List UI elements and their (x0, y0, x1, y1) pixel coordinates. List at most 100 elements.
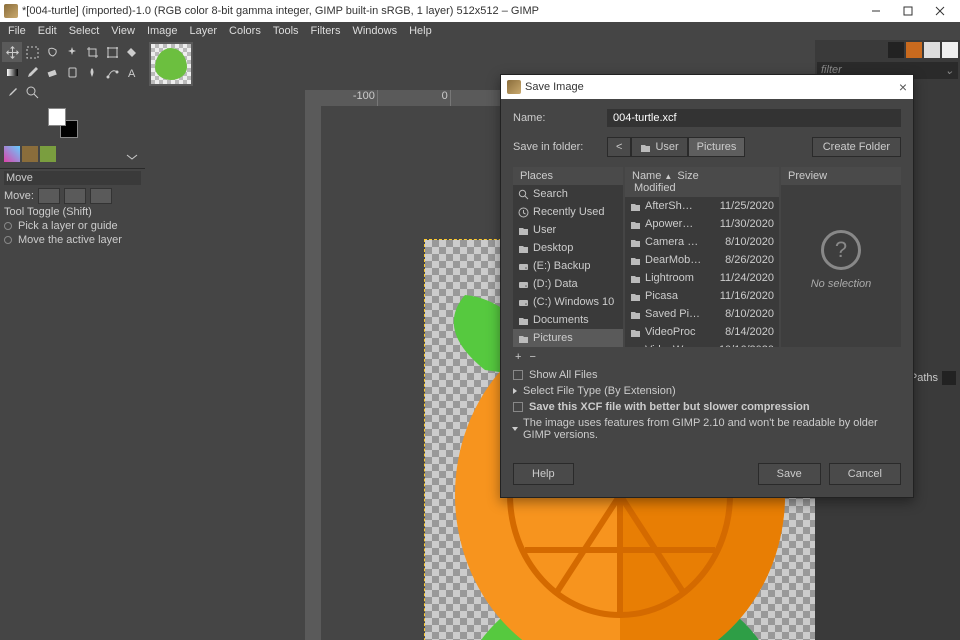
move-mode-selection-icon[interactable] (64, 188, 86, 204)
fg-color-swatch[interactable] (48, 108, 66, 126)
text-tool-icon[interactable]: A (122, 62, 142, 82)
fonts-tab-icon[interactable] (924, 42, 940, 58)
select-filetype-expander[interactable] (513, 388, 517, 394)
paths-label[interactable]: Paths (910, 372, 938, 384)
add-bookmark-button[interactable]: + (515, 351, 521, 363)
place-documents[interactable]: Documents (513, 311, 623, 329)
file-row[interactable]: Picasa11/16/2020 (625, 287, 779, 305)
image-tab-thumbnail[interactable] (149, 42, 193, 86)
place--d-data[interactable]: (D:) Data (513, 275, 623, 293)
color-picker-tool-icon[interactable] (2, 82, 22, 102)
device-status-tab-icon[interactable] (22, 146, 38, 162)
gimp-logo-icon (507, 80, 521, 94)
save-button[interactable]: Save (758, 463, 821, 485)
place-search[interactable]: Search (513, 185, 623, 203)
compat-note: The image uses features from GIMP 2.10 a… (523, 417, 901, 441)
brushes-tab-icon[interactable] (888, 42, 904, 58)
menu-windows[interactable]: Windows (346, 22, 403, 40)
radio-pick-layer[interactable] (4, 222, 12, 230)
path-tool-icon[interactable] (102, 62, 122, 82)
window-title: *[004-turtle] (imported)-1.0 (RGB color … (22, 5, 860, 17)
ruler-vertical (305, 106, 321, 640)
place--c-windows-10[interactable]: (C:) Windows 10 (513, 293, 623, 311)
history-tab-icon[interactable] (942, 42, 958, 58)
menu-view[interactable]: View (105, 22, 141, 40)
help-button[interactable]: Help (513, 463, 574, 485)
cancel-button[interactable]: Cancel (829, 463, 901, 485)
close-button[interactable] (924, 0, 956, 22)
menu-filters[interactable]: Filters (305, 22, 347, 40)
menu-file[interactable]: File (2, 22, 32, 40)
menu-edit[interactable]: Edit (32, 22, 63, 40)
file-row[interactable]: DearMobi...8/26/2020 (625, 251, 779, 269)
tool-options-header: Move (4, 171, 141, 185)
col-name[interactable]: Name ▲ Size Modified (630, 170, 716, 194)
file-row[interactable]: VideoWeb...10/16/2020 (625, 341, 779, 347)
place-desktop[interactable]: Desktop (513, 239, 623, 257)
opt-move-active: Move the active layer (18, 234, 122, 246)
gimp-logo-icon (4, 4, 18, 18)
smudge-tool-icon[interactable] (82, 62, 102, 82)
crumb-pictures[interactable]: Pictures (688, 137, 746, 157)
better-compress-checkbox[interactable] (513, 402, 523, 412)
file-browser: Places SearchRecently UsedUserDesktop(E:… (513, 167, 901, 347)
configure-tab-icon[interactable] (121, 146, 141, 166)
minimize-button[interactable] (860, 0, 892, 22)
move-tool-icon[interactable] (2, 42, 22, 62)
file-row[interactable]: Saved Pic...8/10/2020 (625, 305, 779, 323)
crop-tool-icon[interactable] (82, 42, 102, 62)
remove-bookmark-button[interactable]: − (529, 351, 535, 363)
paths-dock-icon[interactable] (942, 371, 956, 385)
menu-tools[interactable]: Tools (267, 22, 305, 40)
zoom-tool-icon[interactable] (22, 82, 42, 102)
pencil-tool-icon[interactable] (22, 62, 42, 82)
create-folder-button[interactable]: Create Folder (812, 137, 901, 157)
move-label: Move: (4, 190, 34, 202)
menu-layer[interactable]: Layer (184, 22, 224, 40)
menu-colors[interactable]: Colors (223, 22, 267, 40)
file-row[interactable]: VideoProc8/14/2020 (625, 323, 779, 341)
compat-expander[interactable] (512, 427, 518, 431)
show-all-checkbox[interactable] (513, 370, 523, 380)
dock-tabs (0, 144, 145, 169)
file-row[interactable]: AfterShot ...11/25/2020 (625, 197, 779, 215)
menu-image[interactable]: Image (141, 22, 184, 40)
gradient-tool-icon[interactable] (2, 62, 22, 82)
bucket-tool-icon[interactable] (122, 42, 142, 62)
fg-bg-color[interactable] (48, 108, 88, 144)
question-mark-icon: ? (821, 230, 861, 270)
move-mode-path-icon[interactable] (90, 188, 112, 204)
place-user[interactable]: User (513, 221, 623, 239)
file-row[interactable]: Lightroom11/24/2020 (625, 269, 779, 287)
free-select-tool-icon[interactable] (42, 42, 62, 62)
radio-move-active[interactable] (4, 236, 12, 244)
name-label: Name: (513, 112, 597, 124)
move-mode-layer-icon[interactable] (38, 188, 60, 204)
maximize-button[interactable] (892, 0, 924, 22)
patterns-tab-icon[interactable] (906, 42, 922, 58)
place-recently-used[interactable]: Recently Used (513, 203, 623, 221)
place-pictures[interactable]: Pictures (513, 329, 623, 347)
places-column: Places SearchRecently UsedUserDesktop(E:… (513, 167, 623, 347)
file-row[interactable]: Camera R...8/10/2020 (625, 233, 779, 251)
folder-label: Save in folder: (513, 141, 597, 153)
filename-input[interactable] (607, 109, 901, 127)
tool-options-tab-icon[interactable] (4, 146, 20, 162)
file-row[interactable]: Apowersoft11/30/2020 (625, 215, 779, 233)
select-filetype-label: Select File Type (By Extension) (523, 385, 676, 397)
col-size[interactable]: Size (675, 170, 700, 182)
crumb-back-button[interactable]: < (607, 137, 631, 157)
menu-select[interactable]: Select (63, 22, 106, 40)
fuzzy-select-tool-icon[interactable] (62, 42, 82, 62)
place--e-backup[interactable]: (E:) Backup (513, 257, 623, 275)
clone-tool-icon[interactable] (62, 62, 82, 82)
eraser-tool-icon[interactable] (42, 62, 62, 82)
sort-asc-icon: ▲ (664, 172, 672, 181)
undo-history-tab-icon[interactable] (40, 146, 56, 162)
dialog-close-button[interactable]: × (899, 79, 907, 95)
menu-help[interactable]: Help (403, 22, 438, 40)
crumb-user[interactable]: User (631, 137, 687, 157)
rect-select-tool-icon[interactable] (22, 42, 42, 62)
col-modified[interactable]: Modified (632, 182, 678, 194)
transform-tool-icon[interactable] (102, 42, 122, 62)
